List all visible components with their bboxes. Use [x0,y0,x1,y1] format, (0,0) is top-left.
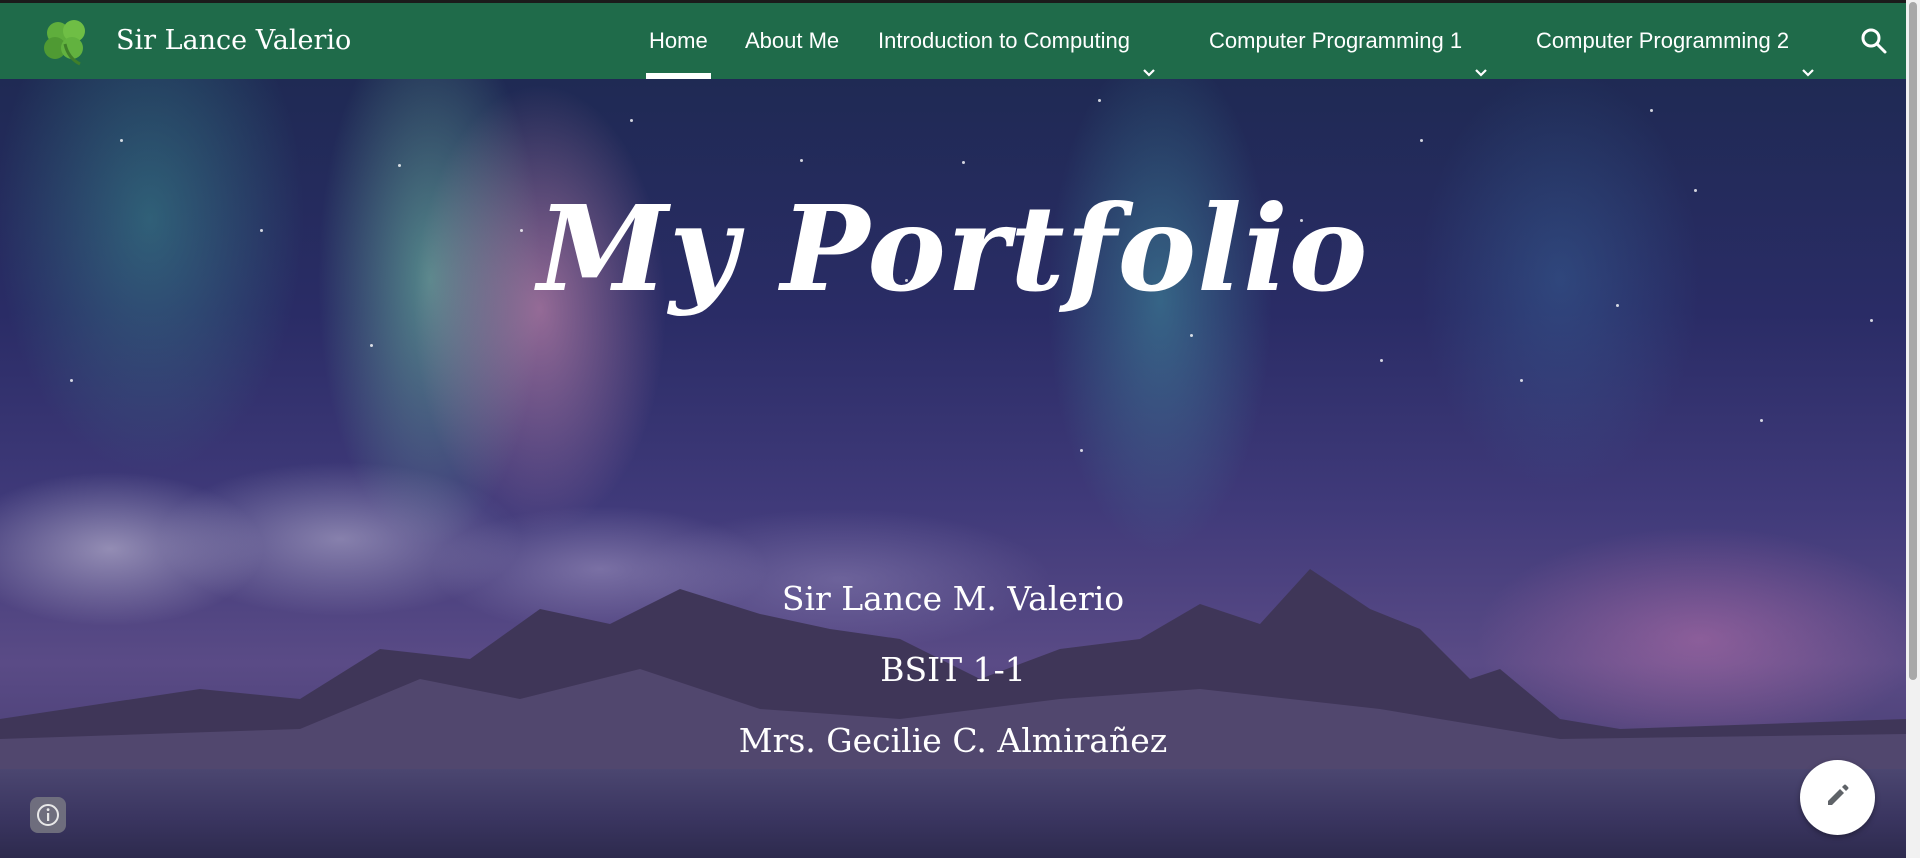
clover-logo-icon[interactable] [38,16,96,68]
chevron-down-icon [1474,35,1488,77]
nav-introduction-to-computing[interactable]: Introduction to Computing [878,3,1156,79]
search-icon[interactable] [1860,27,1888,55]
nav-home[interactable]: Home [646,3,711,79]
edit-button[interactable] [1800,760,1875,835]
nav-computer-programming-2-label: Computer Programming 2 [1536,28,1790,53]
top-navigation-bar: Sir Lance Valerio Home About Me Introduc… [0,0,1920,79]
site-title[interactable]: Sir Lance Valerio [116,25,351,56]
pencil-icon [1824,781,1852,814]
nav-home-label: Home [649,28,708,53]
page-scrollbar[interactable] [1906,0,1920,858]
hero-banner: My Portfolio Sir Lance M. Valerio BSIT 1… [0,79,1906,858]
scrollbar-thumb[interactable] [1909,2,1917,680]
instructor-name: Mrs. Gecilie C. Almirañez [738,721,1168,760]
nav-computer-programming-2[interactable]: Computer Programming 2 [1536,3,1815,79]
nav-introduction-to-computing-label: Introduction to Computing [878,28,1130,53]
chevron-down-icon [1142,35,1156,77]
shoreline [0,769,1906,858]
hero-title: My Portfolio [537,179,1369,318]
nav-computer-programming-1-label: Computer Programming 1 [1209,28,1463,53]
student-section: BSIT 1-1 [880,650,1026,689]
chevron-down-icon [1801,35,1815,77]
info-icon[interactable] [30,797,66,833]
nav-about-me-label: About Me [745,28,840,53]
student-name: Sir Lance M. Valerio [781,579,1125,618]
nav-computer-programming-1[interactable]: Computer Programming 1 [1209,3,1488,79]
nav-about-me[interactable]: About Me [745,3,839,79]
